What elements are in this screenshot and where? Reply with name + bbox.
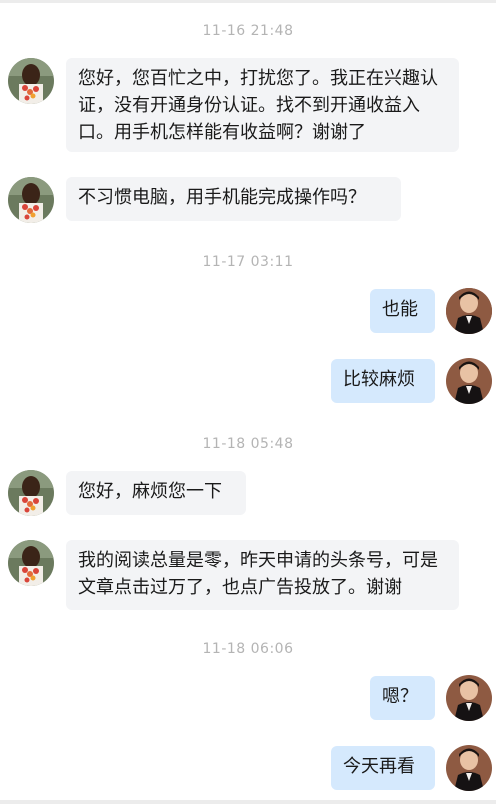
timestamp: 11-16 21:48 — [202, 23, 294, 39]
timestamp: 11-18 06:06 — [202, 641, 294, 657]
user-avatar-icon[interactable] — [8, 58, 54, 104]
bottom-divider — [0, 800, 496, 804]
top-divider — [0, 0, 496, 3]
support-avatar-icon[interactable] — [446, 288, 492, 334]
message-bubble[interactable]: 您好，您百忙之中，打扰您了。我正在兴趣认证，没有开通身份认证。找不到开通收益入口… — [66, 58, 459, 152]
timestamp: 11-18 05:48 — [202, 436, 294, 452]
support-avatar-icon[interactable] — [446, 358, 492, 404]
user-avatar-icon[interactable] — [8, 177, 54, 223]
message-bubble[interactable]: 我的阅读总量是零，昨天申请的头条号，可是文章点击过万了，也点广告投放了。谢谢 — [66, 540, 459, 610]
user-avatar-icon[interactable] — [8, 470, 54, 516]
message-bubble[interactable]: 今天再看 — [331, 746, 435, 790]
message-bubble[interactable]: 比较麻烦 — [331, 359, 435, 403]
message-bubble[interactable]: 也能 — [370, 289, 435, 333]
timestamp: 11-17 03:11 — [202, 254, 294, 270]
message-bubble[interactable]: 不习惯电脑，用手机能完成操作吗？ — [66, 177, 401, 221]
message-bubble[interactable]: 嗯？ — [370, 676, 435, 720]
message-bubble[interactable]: 您好，麻烦您一下 — [66, 471, 246, 515]
support-avatar-icon[interactable] — [446, 745, 492, 791]
support-avatar-icon[interactable] — [446, 675, 492, 721]
user-avatar-icon[interactable] — [8, 540, 54, 586]
